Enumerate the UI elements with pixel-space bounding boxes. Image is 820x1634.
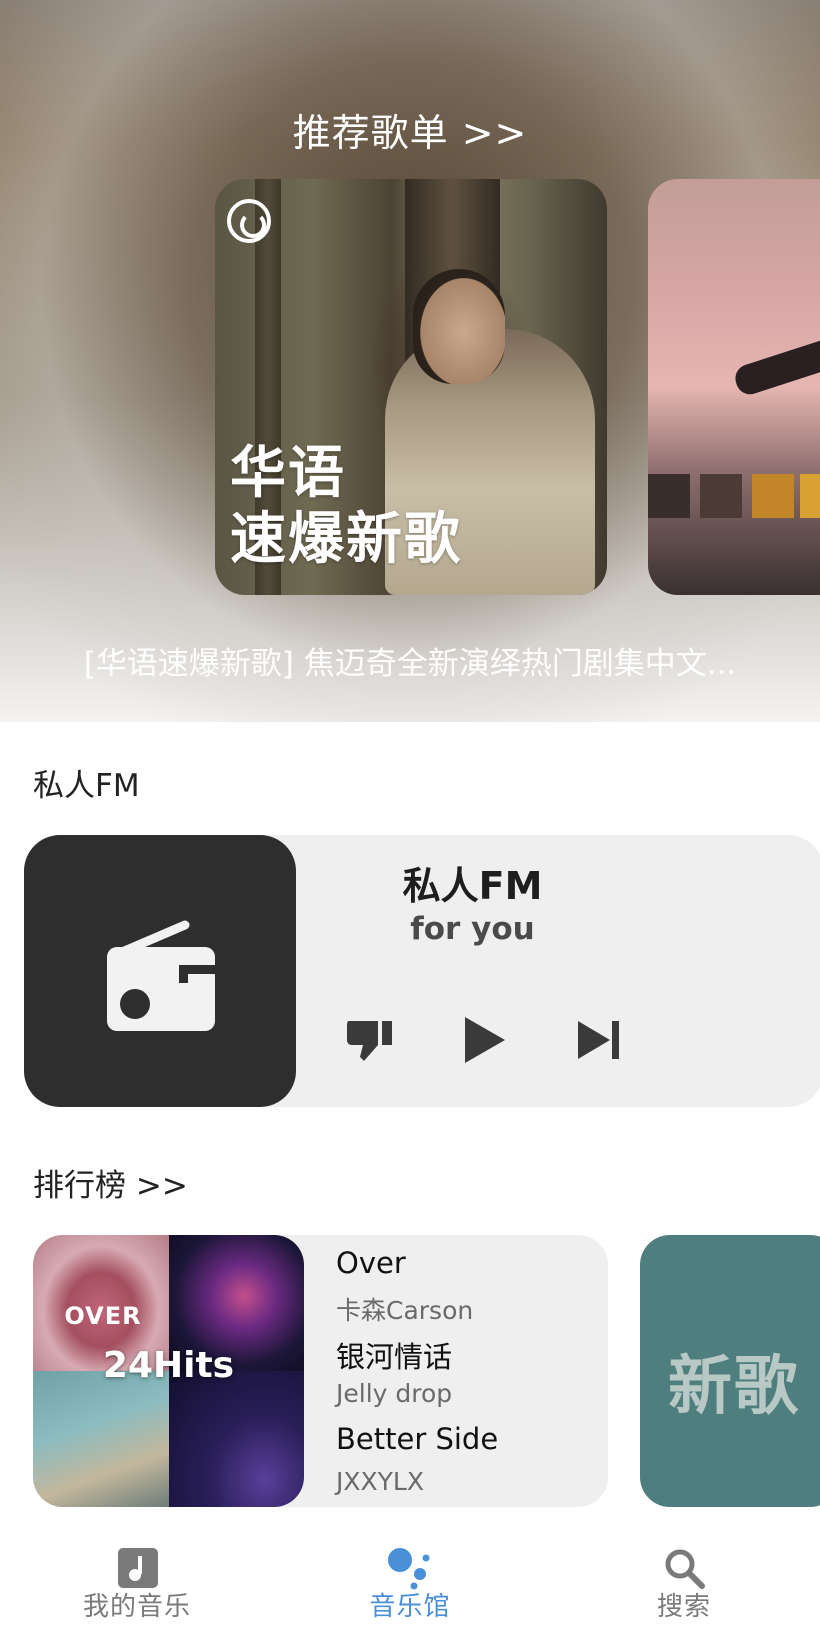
nav-label-my-music: 我的音乐 [82, 1592, 191, 1622]
cover-hut [648, 474, 690, 518]
thumbs-down-icon[interactable] [344, 1013, 398, 1067]
netease-logo-icon [227, 199, 271, 243]
fm-section-title: 私人FM [33, 768, 140, 804]
cover-hut [800, 474, 820, 518]
cover-title: 华语 速爆新歌 [230, 441, 462, 573]
music-note-icon [118, 1548, 158, 1588]
cover-hut [752, 474, 794, 518]
chart-song-artist: 卡森Carson [336, 1296, 474, 1325]
cover-title-line1: 华语 [230, 441, 346, 506]
search-icon [665, 1549, 705, 1589]
play-icon[interactable] [457, 1013, 511, 1067]
chart-card-next[interactable]: 新歌 [640, 1235, 820, 1507]
album-art-title: OVER [64, 1302, 142, 1330]
chart-song-artist: Jelly drop [336, 1379, 453, 1408]
recommended-playlists-title[interactable]: 推荐歌单 >> [0, 102, 820, 157]
charts-section-title[interactable]: 排行榜 >> [33, 1160, 188, 1205]
cover-title-line2: 速爆新歌 [230, 507, 462, 572]
dots-icon [388, 1548, 430, 1590]
radio-icon [107, 920, 215, 1031]
chart-song-title: Better Side [336, 1422, 499, 1456]
playlist-cover-next[interactable] [648, 179, 820, 595]
cover-silhouette [731, 326, 820, 398]
playlist-cover-main[interactable]: 华语 速爆新歌 [215, 179, 607, 595]
skip-next-icon[interactable] [572, 1013, 626, 1067]
chart-song-title: Over [336, 1246, 406, 1280]
chart-song-artist: JXXYLX [336, 1467, 424, 1496]
nav-label-search: 搜索 [656, 1592, 711, 1622]
nav-label-music-hall: 音乐馆 [369, 1592, 451, 1622]
fm-card-title: 私人FM [402, 864, 543, 908]
recommended-playlists-hero: 推荐歌单 >> 华语 速爆新歌 [华语速爆新歌] 焦迈奇全新演绎热门剧集中文..… [0, 0, 820, 722]
chart-song-title: 银河情话 [336, 1340, 453, 1374]
album-art [33, 1371, 169, 1507]
cover-hut [700, 474, 742, 518]
chart-name: 24Hits [102, 1345, 235, 1386]
chart-next-title: 新歌 [668, 1350, 800, 1424]
fm-card-subtitle: for you [410, 911, 535, 947]
playlist-description[interactable]: [华语速爆新歌] 焦迈奇全新演绎热门剧集中文... [0, 638, 820, 683]
cover-person-head [413, 269, 505, 384]
album-art [169, 1371, 304, 1507]
